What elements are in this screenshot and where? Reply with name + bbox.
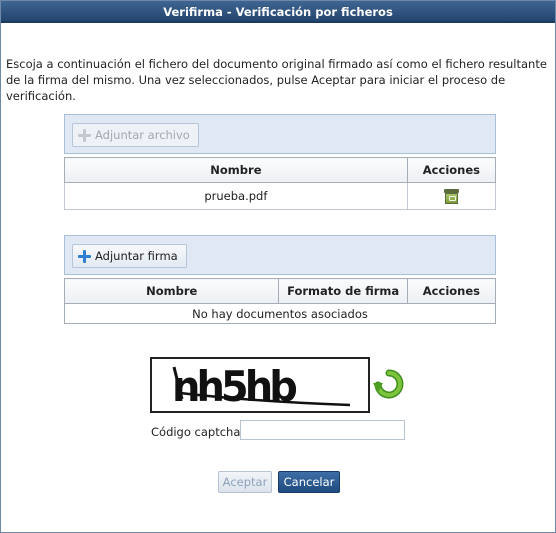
column-header-name[interactable]: Nombre xyxy=(63,278,280,304)
document-table-header: Nombre Acciones xyxy=(64,157,497,183)
column-header-name[interactable]: Nombre xyxy=(64,157,408,183)
attach-signature-button[interactable]: Adjuntar firma xyxy=(72,244,187,268)
document-actions-cell xyxy=(406,182,497,210)
signature-table: Nombre Formato de firma Acciones No hay … xyxy=(63,278,497,324)
attach-signature-label: Adjuntar firma xyxy=(95,249,178,263)
plus-icon xyxy=(78,249,91,263)
captcha-image: nh5hb xyxy=(150,357,370,413)
instructions-text: Escoja a continuación el fichero del doc… xyxy=(6,57,547,103)
plus-icon xyxy=(78,128,91,142)
document-toolbar: Adjuntar archivo xyxy=(64,114,496,154)
captcha-input[interactable] xyxy=(240,420,405,440)
signature-toolbar: Adjuntar firma xyxy=(64,235,496,275)
attach-file-button[interactable]: Adjuntar archivo xyxy=(72,123,199,147)
table-row[interactable]: prueba.pdf xyxy=(64,182,497,210)
empty-message: No hay documentos asociados xyxy=(64,303,496,324)
archive-icon[interactable] xyxy=(443,188,459,204)
cancel-button[interactable]: Cancelar xyxy=(278,471,340,493)
signature-table-header: Nombre Formato de firma Acciones xyxy=(63,278,497,304)
document-table: Nombre Acciones prueba.pdf xyxy=(64,157,497,210)
column-header-actions[interactable]: Acciones xyxy=(406,278,497,304)
column-header-signature-format[interactable]: Formato de firma xyxy=(278,278,408,304)
column-header-actions[interactable]: Acciones xyxy=(406,157,497,183)
captcha-label: Código captcha xyxy=(151,425,241,439)
refresh-arrow-icon[interactable] xyxy=(373,367,405,403)
dialog-title: Verifirma - Verificación por ficheros xyxy=(1,1,555,23)
attach-file-label: Adjuntar archivo xyxy=(95,128,190,142)
captcha-text: nh5hb xyxy=(172,362,297,411)
verification-dialog: Verifirma - Verificación por ficheros Es… xyxy=(0,0,556,533)
accept-button[interactable]: Aceptar xyxy=(218,471,272,493)
empty-row: No hay documentos asociados xyxy=(64,303,496,324)
document-name-cell: prueba.pdf xyxy=(64,182,408,210)
